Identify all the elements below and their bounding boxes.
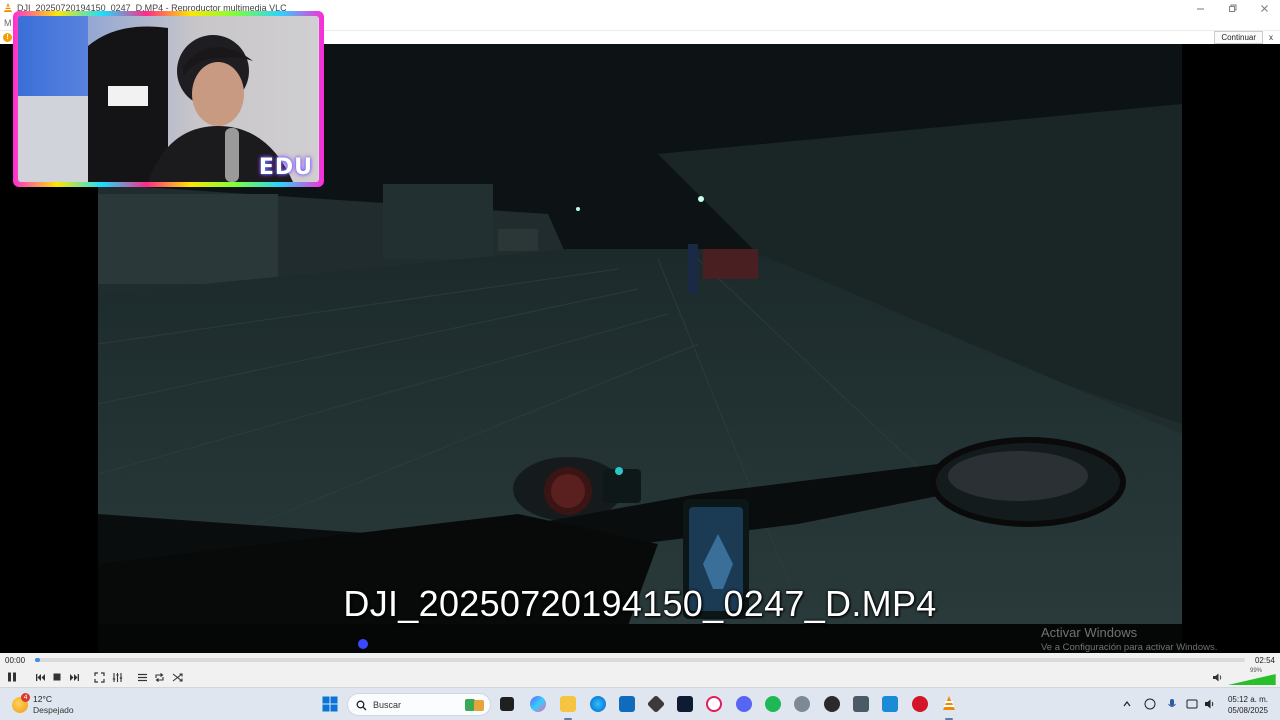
copilot-app[interactable] [530, 696, 546, 712]
opera-app[interactable] [706, 696, 722, 712]
watermark-title: Activar Windows [1041, 625, 1138, 640]
next-icon [69, 673, 79, 681]
calculator-app[interactable] [853, 696, 869, 712]
edge-app[interactable] [590, 696, 606, 712]
microphone-icon[interactable] [1166, 698, 1178, 710]
playlist-button[interactable] [135, 670, 149, 684]
continue-button[interactable]: Continuar [1214, 31, 1263, 44]
total-time: 02:54 [1254, 656, 1275, 665]
webcam-feed: EDU [18, 16, 319, 182]
seek-progress [35, 658, 40, 662]
outlook-app[interactable] [619, 696, 635, 712]
notepad-app[interactable] [882, 696, 898, 712]
wifi-icon[interactable] [1186, 698, 1198, 710]
stop-button[interactable] [50, 670, 64, 684]
speaker-icon [1212, 673, 1221, 681]
extended-settings-button[interactable] [110, 670, 124, 684]
start-button[interactable] [322, 696, 338, 712]
search-placeholder: Buscar [373, 700, 402, 710]
windows-logo-icon [322, 696, 338, 712]
seek-bar[interactable] [35, 658, 1245, 662]
close-icon [1260, 4, 1268, 12]
clock[interactable]: 05:12 a. m. 05/08/2025 [1228, 694, 1268, 716]
weather-temperature: 12°C [33, 694, 52, 704]
taskbar: 4 12°C Despejado Buscar 05:12 a. m. 05/0… [0, 687, 1280, 720]
obs-app[interactable] [824, 696, 840, 712]
video-subtitle: DJI_20250720194150_0247_D.MP4 [343, 583, 937, 624]
file-explorer-app[interactable] [560, 696, 576, 712]
vlc-screen: DJI_20250720194150_0247_D.MP4 - Reproduc… [0, 0, 1280, 720]
taskbar-search[interactable]: Buscar [347, 693, 491, 716]
vegas-app[interactable] [677, 696, 693, 712]
network-icon[interactable] [1144, 698, 1156, 710]
menu-item-media[interactable]: M [4, 18, 12, 28]
stop-icon [53, 673, 61, 681]
discord-app[interactable] [736, 696, 752, 712]
spotify-app[interactable] [765, 696, 781, 712]
close-window-button[interactable] [1248, 0, 1280, 16]
next-button[interactable] [67, 670, 81, 684]
clock-time: 05:12 a. m. [1227, 695, 1268, 704]
playlist-icon [137, 673, 147, 681]
weather-badge: 4 [21, 693, 30, 702]
pause-button[interactable] [5, 670, 19, 684]
maximize-button[interactable] [1216, 0, 1248, 16]
seek-row: 00:00 02:54 [0, 653, 1280, 667]
loop-button[interactable] [152, 670, 166, 684]
restore-icon [1228, 4, 1236, 12]
pause-icon [8, 672, 16, 682]
unity-app[interactable] [646, 694, 666, 714]
clock-date: 05/08/2025 [1227, 706, 1268, 715]
channel-logo: EDU [258, 155, 313, 180]
vlc-cone-icon [4, 3, 12, 12]
chevron-up-icon[interactable] [1122, 699, 1132, 709]
previous-icon [35, 673, 45, 681]
volume-icon[interactable] [1204, 698, 1216, 710]
volume-wedge [1228, 674, 1276, 685]
volume-slider[interactable]: 99% [1228, 668, 1276, 685]
player-controls: 99% [0, 667, 1280, 687]
loop-icon [154, 672, 164, 682]
system-tray [1122, 697, 1218, 711]
fullscreen-icon [93, 671, 105, 683]
fullscreen-button[interactable] [92, 670, 106, 684]
vlc-icon [943, 696, 955, 710]
task-view-button[interactable] [500, 697, 514, 711]
watermark-body: Ve a Configuración para activar Windows. [1041, 642, 1218, 653]
mute-button[interactable] [1210, 670, 1224, 684]
elapsed-time: 00:00 [5, 656, 26, 665]
settings-app[interactable] [794, 696, 810, 712]
windows-activation-watermark: Activar Windows Ve a Configuración para … [1041, 625, 1217, 653]
dismiss-notification-button[interactable]: x [1269, 33, 1273, 42]
vlc-app[interactable] [941, 696, 957, 712]
shuffle-button[interactable] [170, 670, 184, 684]
search-icon [356, 700, 367, 711]
minimize-button[interactable] [1184, 0, 1216, 16]
warning-icon: ! [3, 33, 12, 42]
webcam-overlay: EDU [13, 11, 324, 187]
minimize-icon [1196, 8, 1204, 9]
previous-button[interactable] [33, 670, 47, 684]
shuffle-icon [172, 672, 183, 682]
weather-condition: Despejado [33, 705, 74, 715]
extended-settings-icon [112, 672, 122, 682]
volume-percent: 99% [1249, 668, 1262, 674]
weather-widget[interactable]: 4 12°C Despejado [12, 693, 92, 716]
recorder-app[interactable] [912, 696, 928, 712]
search-highlight-icon [465, 699, 484, 711]
